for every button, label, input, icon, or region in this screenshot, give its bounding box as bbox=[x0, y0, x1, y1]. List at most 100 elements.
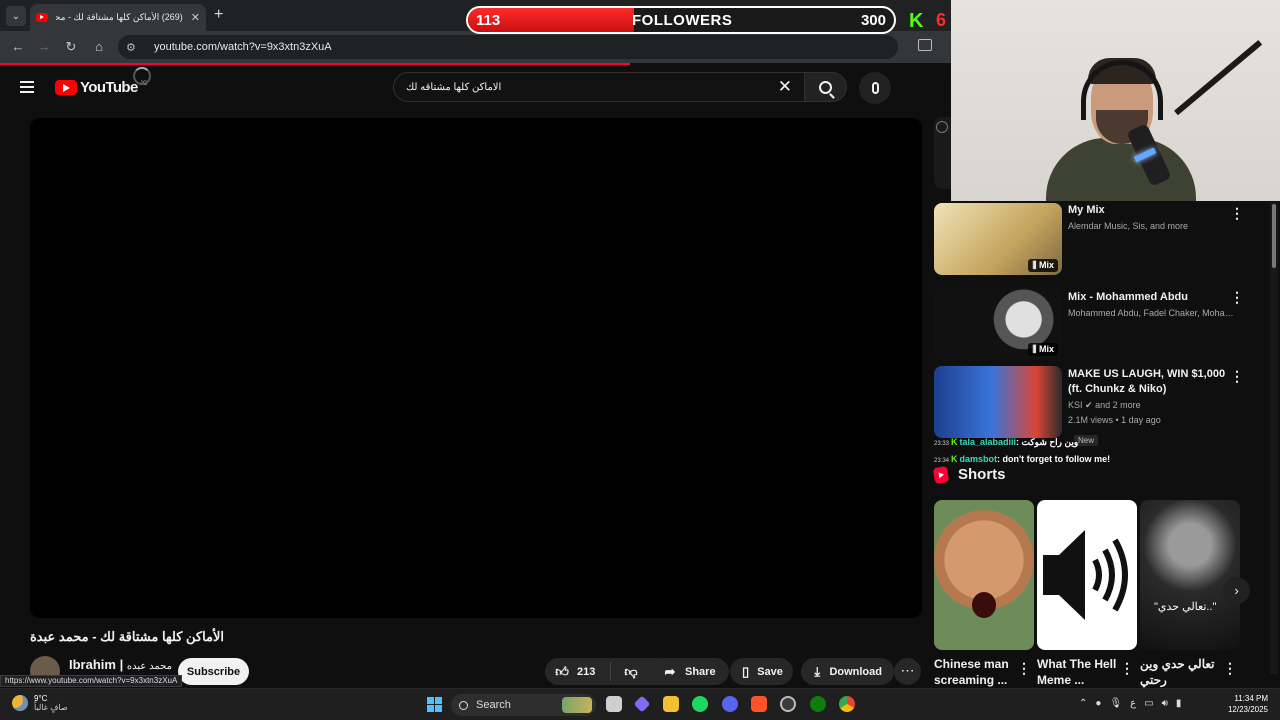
kick-count: 6 bbox=[936, 10, 947, 30]
network-icon[interactable]: ▭ bbox=[1144, 698, 1153, 709]
my-mix-subtitle: Alemdar Music, Sis, and more bbox=[1068, 221, 1189, 231]
like-count: 213 bbox=[577, 665, 596, 678]
tray-overflow-icon[interactable]: ⌃ bbox=[1079, 698, 1087, 709]
followers-current: 113 bbox=[476, 11, 501, 29]
site-info-icon[interactable]: ⚙ bbox=[126, 41, 140, 54]
menu-icon[interactable] bbox=[20, 81, 34, 93]
share-button[interactable]: ➦ Share bbox=[651, 658, 729, 685]
short-title-3[interactable]: تعالي حدي وين رحتي bbox=[1140, 656, 1220, 688]
windows-taskbar: 9°C صافٍ غالباً Search ⌃ ● 🎙︎ ع ▭ 🔊︎ ▮ 1… bbox=[0, 688, 1280, 720]
taskbar-clock[interactable]: 11:34 PM 12/23/2025 bbox=[1228, 693, 1268, 715]
tray-mic-icon[interactable]: 🎙︎ bbox=[1109, 698, 1122, 709]
cast-icon[interactable] bbox=[918, 39, 932, 51]
tab-search-button[interactable]: ⌄ bbox=[6, 6, 26, 26]
kebab-menu-icon[interactable]: ⋮ bbox=[1223, 660, 1237, 677]
reload-icon[interactable]: ↻ bbox=[63, 39, 79, 55]
forward-arrow-icon[interactable]: → bbox=[36, 39, 52, 55]
discord-icon[interactable] bbox=[722, 696, 738, 712]
shorts-heading: Shorts bbox=[932, 465, 1006, 484]
clock-time: 11:34 PM bbox=[1234, 694, 1268, 703]
search-query: الاماكن كلها مشتاقه لك bbox=[406, 81, 502, 93]
link-status-bubble: https://www.youtube.com/watch?v=9x3xtn3z… bbox=[0, 675, 183, 687]
task-view-icon[interactable] bbox=[606, 696, 622, 712]
channel-name-latin: Ibrahim | bbox=[69, 657, 124, 672]
video-player[interactable] bbox=[30, 118, 922, 618]
mix-badge: ⫼ Mix bbox=[1028, 259, 1058, 272]
share-icon: ➦ bbox=[664, 663, 676, 679]
tab-close-icon[interactable]: ✕ bbox=[191, 11, 200, 24]
file-explorer-icon[interactable] bbox=[663, 696, 679, 712]
kebab-menu-icon[interactable]: ⋮ bbox=[1230, 368, 1244, 385]
brave-icon[interactable] bbox=[751, 696, 767, 712]
input-language[interactable]: ع bbox=[1130, 698, 1136, 709]
voice-search-button[interactable] bbox=[859, 72, 891, 104]
mix-mohammed-thumbnail[interactable]: ⫼ Mix bbox=[934, 287, 1062, 359]
clear-search-icon[interactable]: ✕ bbox=[778, 77, 792, 97]
video-title: الأماكن كلها مشتاقة لك - محمد عبدة bbox=[30, 629, 225, 644]
youtube-favicon-icon bbox=[36, 13, 48, 22]
chat-line: 23:33 Ktala_alabadiii: وين راح شوكت bbox=[934, 437, 1079, 447]
url-field[interactable]: ⚙ youtube.com/watch?v=9x3xtn3zXuA bbox=[118, 35, 898, 59]
bookmark-icon: ▯ bbox=[742, 663, 750, 679]
kebab-menu-icon[interactable]: ⋮ bbox=[1230, 289, 1244, 306]
save-button[interactable]: ▯ Save bbox=[730, 658, 793, 685]
kick-badge-icon: K bbox=[951, 437, 958, 447]
sidebar-item-mix-mohammed-abdu[interactable]: ⫼ Mix Mix - Mohammed Abdu Mohammed Abdu,… bbox=[934, 287, 1244, 361]
weather-desc: صافٍ غالباً bbox=[34, 703, 68, 712]
microphone-icon bbox=[871, 82, 879, 94]
followers-goal-bar: 113 FOLLOWERS 300 bbox=[466, 6, 896, 34]
short-thumbnail-2[interactable] bbox=[1037, 500, 1137, 650]
ksi-channel: KSI ✔ and 2 more bbox=[1068, 400, 1141, 410]
like-button[interactable]: 👍︎ 213 bbox=[545, 662, 611, 681]
xbox-icon[interactable] bbox=[810, 696, 826, 712]
kebab-menu-icon[interactable]: ⋮ bbox=[1017, 660, 1031, 677]
volume-icon[interactable]: 🔊︎ bbox=[1162, 698, 1168, 709]
sidebar-scrollbar[interactable] bbox=[1270, 202, 1278, 674]
weather-widget[interactable]: 9°C صافٍ غالباً bbox=[12, 694, 68, 712]
shorts-title: Shorts bbox=[958, 466, 1006, 483]
channel-name[interactable]: Ibrahim | محمد عبده bbox=[69, 657, 172, 672]
search-input[interactable]: الاماكن كلها مشتاقه لك ✕ bbox=[393, 72, 805, 102]
windows-start-icon[interactable] bbox=[427, 697, 442, 712]
dislike-button[interactable]: 👎︎ bbox=[611, 663, 651, 679]
download-button[interactable]: ⤓ Download bbox=[801, 658, 894, 685]
tray-app-icon[interactable]: ● bbox=[1095, 698, 1101, 709]
subscribe-button[interactable]: Subscribe bbox=[178, 658, 249, 685]
browser-tab-active[interactable]: (269) الأماكن كلها مشتاقة لك - محمد ✕ bbox=[30, 4, 206, 31]
kebab-menu-icon[interactable]: ⋮ bbox=[1120, 660, 1134, 677]
more-actions-button[interactable]: ⋯ bbox=[894, 658, 921, 685]
ksi-video-thumbnail[interactable] bbox=[934, 366, 1062, 438]
my-mix-thumbnail[interactable]: ⫼ Mix bbox=[934, 203, 1062, 275]
app-diamond-icon[interactable] bbox=[633, 695, 651, 713]
shorts-next-button[interactable]: › bbox=[1223, 577, 1250, 604]
home-icon[interactable]: ⌂ bbox=[91, 39, 107, 55]
search-button[interactable] bbox=[804, 72, 847, 102]
short-title-2[interactable]: What The Hell Meme ... bbox=[1037, 656, 1117, 688]
youtube-logo[interactable]: YouTube JO bbox=[55, 79, 147, 96]
new-tab-button[interactable]: + bbox=[214, 6, 223, 24]
shorts-icon bbox=[932, 465, 950, 484]
short-thumbnail-1[interactable] bbox=[934, 500, 1034, 650]
sidebar-item-my-mix[interactable]: ⫼ Mix My Mix Alemdar Music, Sis, and mor… bbox=[934, 203, 1244, 277]
spotify-icon[interactable] bbox=[692, 696, 708, 712]
short-caption: "تعالي حدي.." bbox=[1154, 601, 1217, 613]
weather-temp: 9°C bbox=[34, 694, 48, 703]
scrollbar-thumb[interactable] bbox=[1272, 204, 1276, 268]
short-title-1[interactable]: Chinese man screaming ... bbox=[934, 656, 1014, 688]
battery-icon[interactable]: ▮ bbox=[1176, 698, 1182, 709]
chrome-icon[interactable] bbox=[839, 696, 855, 712]
mix-badge: ⫼ Mix bbox=[1028, 343, 1058, 356]
search-icon bbox=[819, 80, 832, 94]
thumbs-up-icon: 👍︎ bbox=[555, 663, 569, 679]
streamer-shirt bbox=[1046, 138, 1196, 201]
kebab-menu-icon[interactable]: ⋮ bbox=[1230, 205, 1244, 222]
ksi-video-title: MAKE US LAUGH, WIN $1,000 (ft. Chunkz & … bbox=[1068, 368, 1226, 395]
youtube-header: YouTube JO الاماكن كلها مشتاقه لك ✕ bbox=[0, 67, 951, 113]
back-arrow-icon[interactable]: ← bbox=[10, 39, 26, 55]
taskbar-search-box[interactable]: Search bbox=[451, 694, 596, 716]
youtube-logo-text: YouTube bbox=[80, 79, 138, 96]
kick-badge-icon: K bbox=[951, 454, 958, 464]
obs-icon[interactable] bbox=[780, 696, 796, 712]
thumbs-down-icon: 👎︎ bbox=[624, 663, 638, 679]
short-thumbnail-3[interactable]: "تعالي حدي.." bbox=[1140, 500, 1240, 650]
